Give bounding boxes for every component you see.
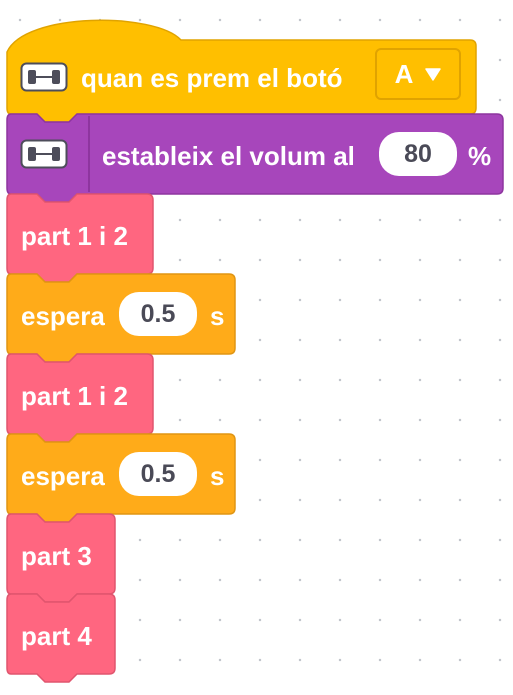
volume-input[interactable]: 80 [379, 132, 457, 176]
my-block-label: part 4 [21, 621, 92, 651]
code-workspace[interactable]: quan es prem el botó A estableix el volu… [0, 0, 513, 695]
my-block-label: part 1 i 2 [21, 381, 128, 411]
set-volume-label: estableix el volum al [102, 141, 355, 171]
my-block-label: part 1 i 2 [21, 221, 128, 251]
my-block-call[interactable]: part 1 i 2 [5, 193, 155, 286]
wait-seconds-input[interactable]: 0.5 [119, 452, 197, 496]
when-button-pressed-block[interactable]: quan es prem el botó A [5, 12, 478, 124]
when-button-pressed-label: quan es prem el botó [81, 63, 343, 93]
button-dropdown[interactable]: A [375, 48, 461, 100]
wait-unit: s [210, 301, 225, 331]
button-dropdown-value: A [394, 58, 414, 89]
hub-icon [20, 62, 68, 97]
my-block-call[interactable]: part 3 [5, 513, 117, 606]
my-block-call[interactable]: part 1 i 2 [5, 353, 155, 446]
my-block-call[interactable]: part 4 [5, 593, 117, 686]
my-block-label: part 3 [21, 541, 92, 571]
wait-label: espera [21, 301, 105, 331]
wait-block[interactable]: espera 0.5 s [5, 273, 237, 366]
set-volume-block[interactable]: estableix el volum al 80 % [5, 113, 505, 206]
wait-label: espera [21, 461, 105, 491]
wait-unit: s [210, 461, 225, 491]
hub-icon [20, 139, 68, 174]
triangle-down-icon [425, 67, 442, 81]
volume-unit: % [468, 141, 492, 171]
wait-block[interactable]: espera 0.5 s [5, 433, 237, 526]
wait-seconds-input[interactable]: 0.5 [119, 292, 197, 336]
